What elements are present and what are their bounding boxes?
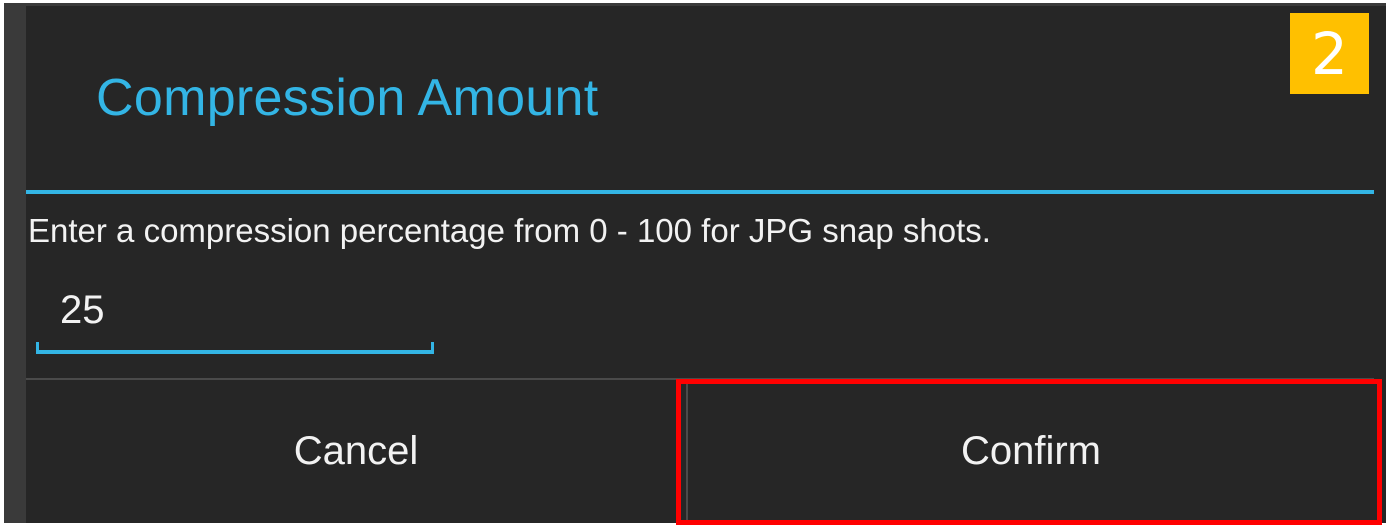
step-number-badge: 2 — [1290, 13, 1369, 94]
compression-input-value[interactable]: 25 — [60, 288, 105, 333]
compression-input[interactable]: 25 — [36, 282, 436, 354]
input-underline-tick-left — [36, 342, 39, 354]
compression-dialog: Compression Amount Enter a compression p… — [26, 6, 1386, 523]
input-underline — [36, 350, 434, 354]
dialog-message: Enter a compression percentage from 0 - … — [28, 212, 991, 249]
dialog-title: Compression Amount — [96, 69, 599, 127]
cancel-button-label: Cancel — [293, 429, 419, 473]
confirm-button-label: Confirm — [960, 429, 1102, 473]
input-underline-tick-right — [431, 342, 434, 354]
confirm-button[interactable]: Confirm — [688, 380, 1374, 523]
title-divider — [26, 190, 1374, 194]
screenshot-frame: Compression Amount Enter a compression p… — [0, 0, 1391, 527]
cancel-button[interactable]: Cancel — [26, 380, 686, 523]
